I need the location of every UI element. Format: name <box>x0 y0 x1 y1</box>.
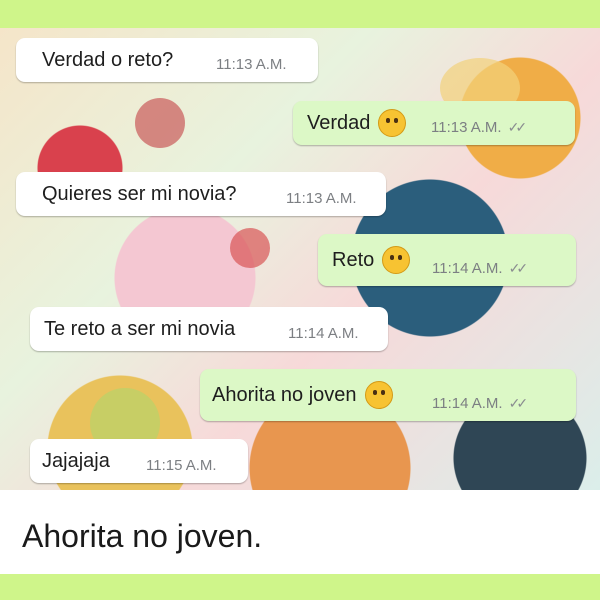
message-text: Reto <box>332 248 375 271</box>
message-text: Te reto a ser mi novia <box>44 317 236 340</box>
read-receipt-icon: ✓✓ <box>508 260 529 276</box>
message-timestamp: 11:14 A.M. ✓✓ <box>432 260 529 277</box>
bottom-border <box>0 574 600 600</box>
message-text: Quieres ser mi novia? <box>42 182 237 205</box>
message-bubble-outgoing[interactable]: Reto 11:14 A.M. ✓✓ <box>318 234 576 286</box>
message-text: Ahorita no joven <box>212 383 357 406</box>
message-timestamp: 11:14 A.M. <box>288 325 359 342</box>
message-bubble-incoming[interactable]: Verdad o reto? 11:13 A.M. <box>16 38 318 82</box>
message-text: Jajajaja <box>42 449 110 472</box>
top-border <box>0 0 600 28</box>
message-timestamp: 11:13 A.M. <box>286 190 357 207</box>
grinning-sweat-face-icon <box>382 246 411 274</box>
message-timestamp: 11:13 A.M. <box>216 56 287 73</box>
meme-caption: Ahorita no joven. <box>22 518 263 554</box>
thinking-face-icon <box>378 109 407 137</box>
message-timestamp: 11:14 A.M. ✓✓ <box>432 395 529 412</box>
message-timestamp: 11:13 A.M. ✓✓ <box>431 119 528 136</box>
wallpaper-art <box>230 228 270 268</box>
wallpaper-art <box>135 98 185 148</box>
message-bubble-outgoing[interactable]: Verdad 11:13 A.M. ✓✓ <box>293 101 575 145</box>
message-text: Verdad o reto? <box>42 48 174 71</box>
timestamp-text: 11:14 A.M. <box>432 260 503 277</box>
message-timestamp: 11:15 A.M. <box>146 457 217 474</box>
timestamp-text: 11:13 A.M. <box>431 119 502 136</box>
rolling-laughing-face-icon <box>364 381 393 409</box>
message-bubble-incoming[interactable]: Quieres ser mi novia? 11:13 A.M. <box>16 172 386 216</box>
read-receipt-icon: ✓✓ <box>508 395 529 411</box>
message-text: Verdad <box>307 111 371 134</box>
timestamp-text: 11:14 A.M. <box>432 395 503 412</box>
message-bubble-incoming[interactable]: Te reto a ser mi novia 11:14 A.M. <box>30 307 388 351</box>
message-bubble-incoming[interactable]: Jajajaja 11:15 A.M. <box>30 439 248 483</box>
chat-background: Verdad o reto? 11:13 A.M. Verdad 11:13 A… <box>0 28 600 490</box>
message-bubble-outgoing[interactable]: Ahorita no joven 11:14 A.M. ✓✓ <box>200 369 576 421</box>
read-receipt-icon: ✓✓ <box>507 119 528 135</box>
